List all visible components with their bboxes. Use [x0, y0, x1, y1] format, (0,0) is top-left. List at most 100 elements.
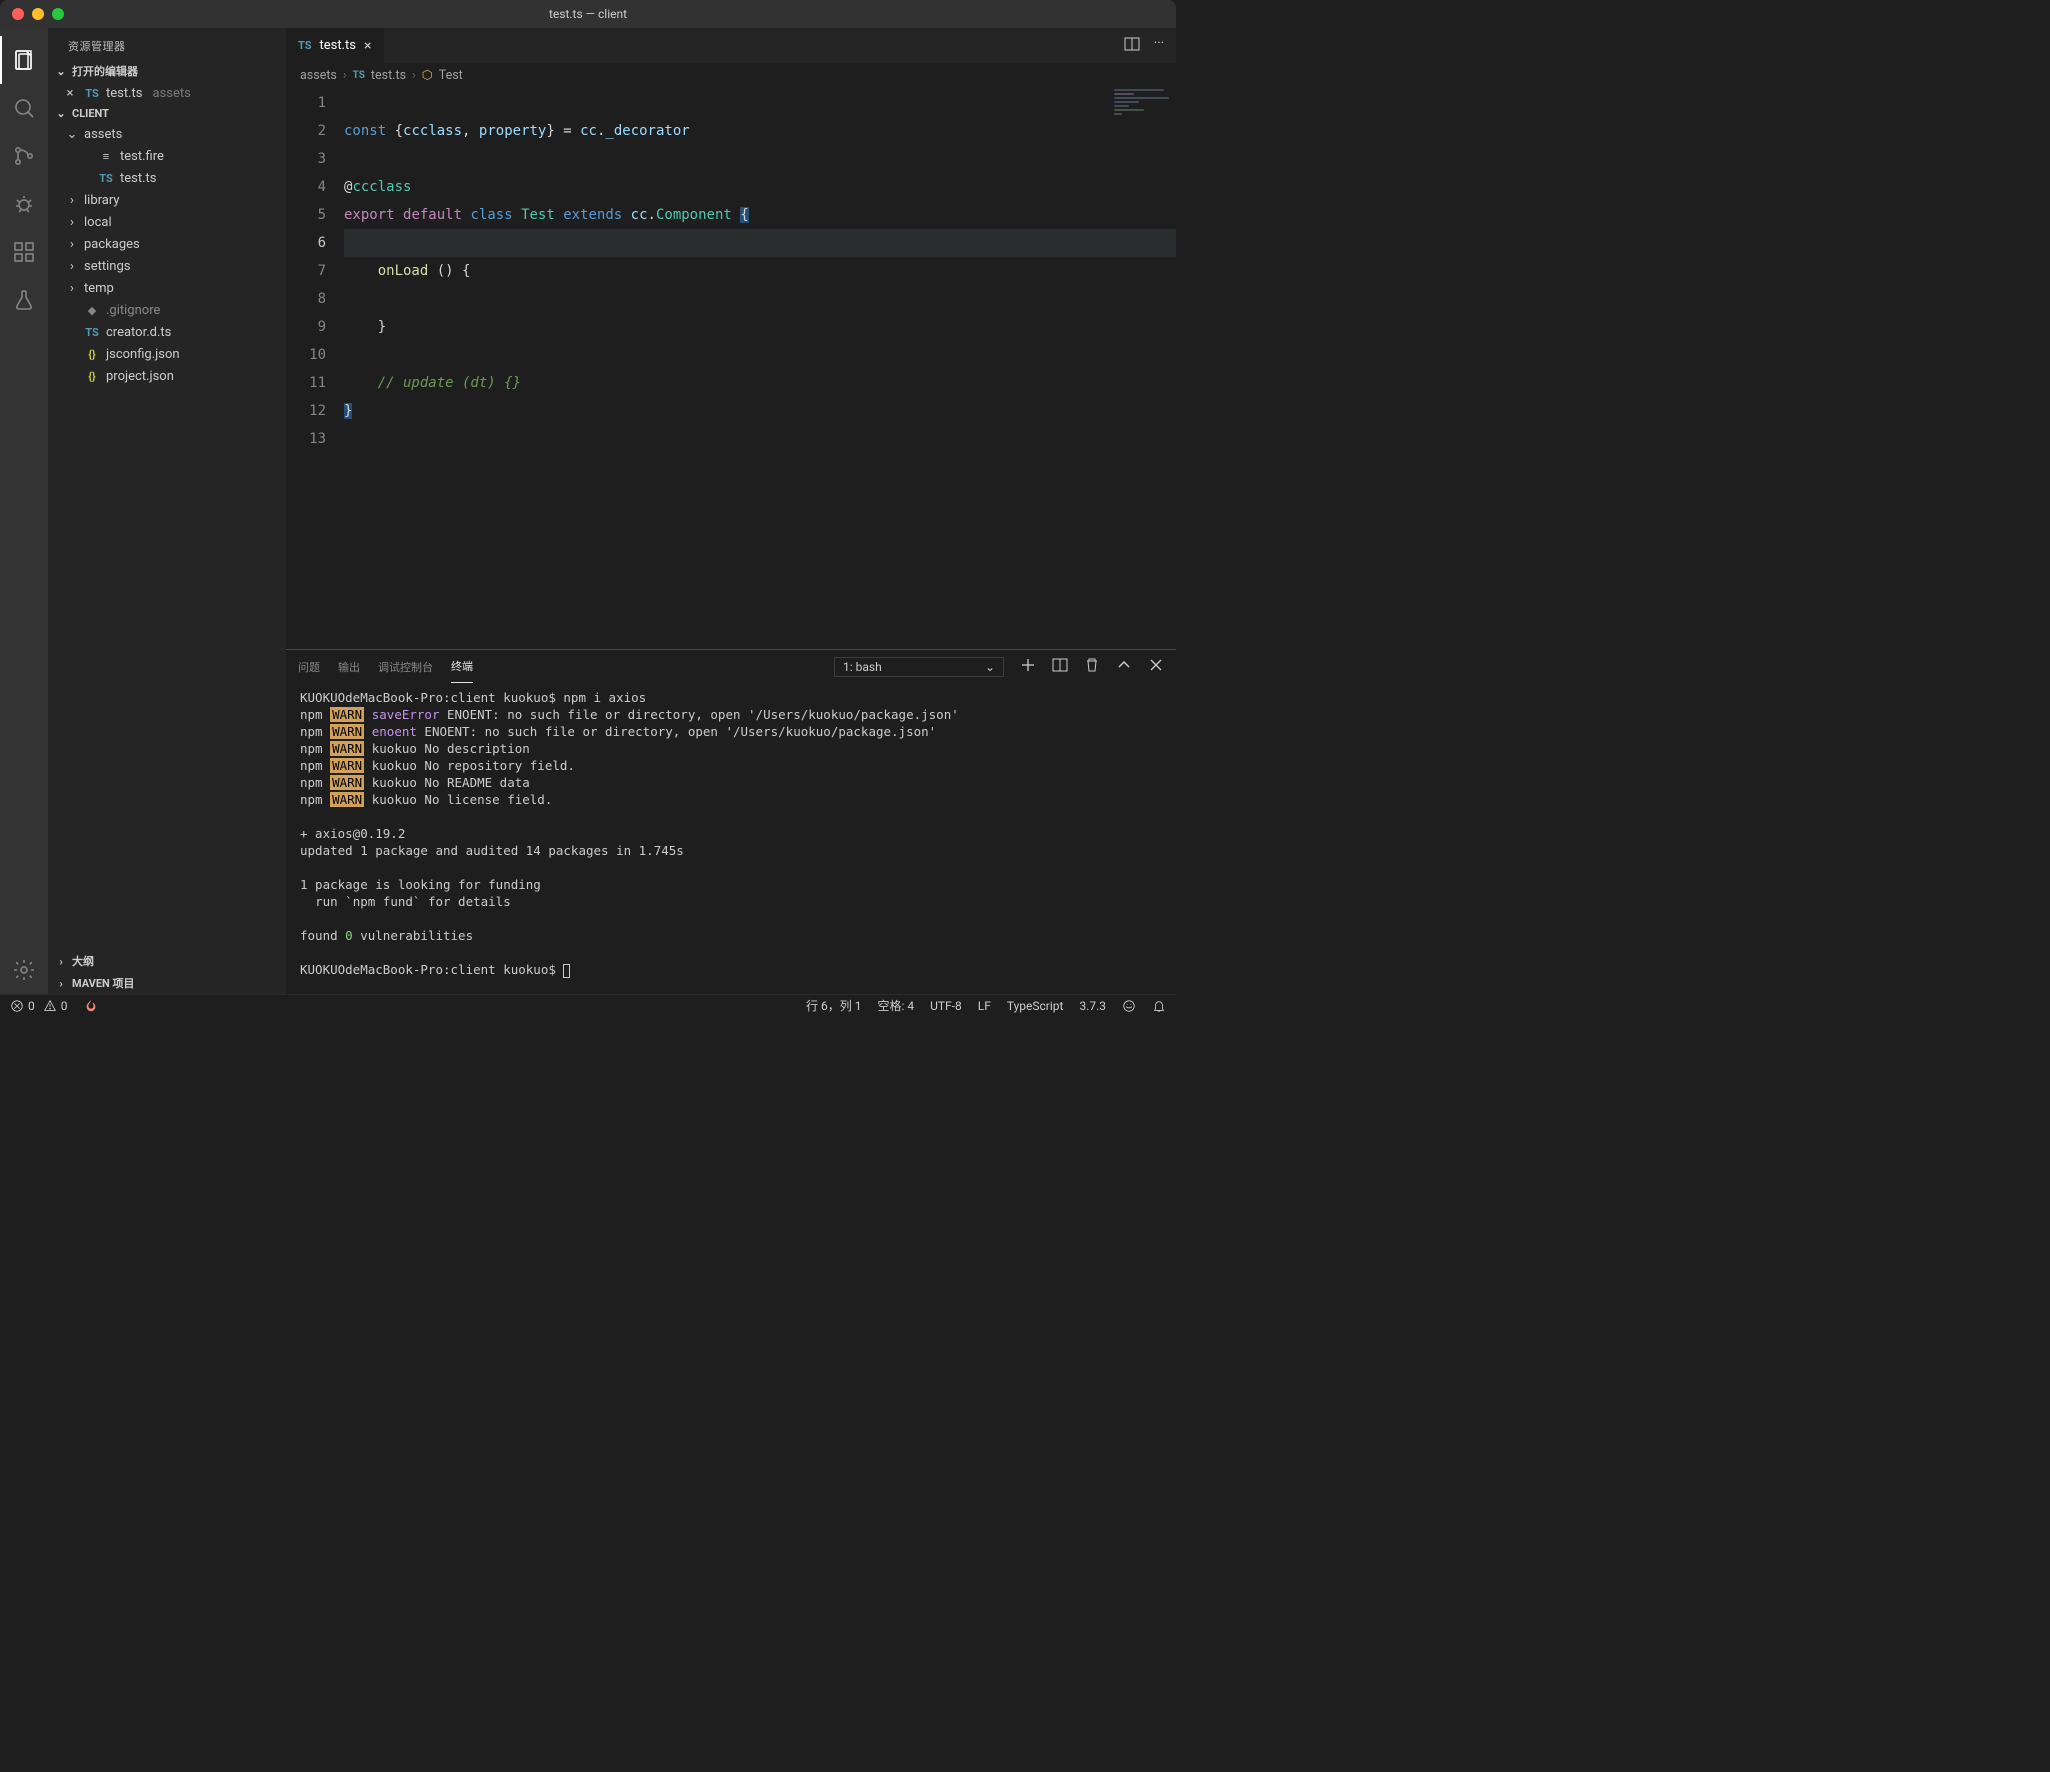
terminal-selector[interactable]: 1: bash ⌄ [834, 657, 1004, 677]
file-item[interactable]: TStest.ts [48, 167, 286, 189]
tab-test-ts[interactable]: TS test.ts × [286, 28, 385, 63]
file-icon: TS [84, 326, 100, 339]
folder-item[interactable]: ›local [48, 211, 286, 233]
code-line[interactable] [344, 229, 1176, 257]
breadcrumb-segment[interactable]: test.ts [371, 68, 406, 83]
code-line[interactable]: } [344, 313, 1176, 341]
minimize-window-button[interactable] [32, 8, 44, 20]
code-line[interactable]: const {ccclass, property} = cc._decorato… [344, 117, 1176, 145]
chevron-down-icon: ⌄ [54, 65, 68, 78]
terminal-output[interactable]: KUOKUOdeMacBook-Pro:client kuokuo$ npm i… [286, 683, 1176, 994]
maximize-window-button[interactable] [52, 8, 64, 20]
warnings-count[interactable]: 0 [43, 999, 68, 1013]
file-icon: ◆ [84, 304, 100, 317]
ts-file-icon: TS [298, 39, 312, 52]
file-icon: TS [98, 172, 114, 185]
feedback-icon[interactable] [1122, 999, 1136, 1013]
folder-item[interactable]: ›settings [48, 255, 286, 277]
vscode-window: test.ts — client [0, 0, 1176, 1016]
close-icon[interactable]: × [62, 86, 78, 101]
terminal-cursor [563, 964, 570, 978]
indentation[interactable]: 空格: 4 [877, 997, 914, 1014]
code-line[interactable]: // update (dt) {} [344, 369, 1176, 397]
minimap[interactable] [1114, 89, 1174, 129]
file-item[interactable]: {}jsconfig.json [48, 343, 286, 365]
notifications-icon[interactable] [1152, 999, 1166, 1013]
close-window-button[interactable] [12, 8, 24, 20]
code-area[interactable]: const {ccclass, property} = cc._decorato… [344, 87, 1176, 649]
language-mode[interactable]: TypeScript [1007, 999, 1064, 1013]
new-terminal-icon[interactable] [1020, 657, 1036, 676]
open-editors-header[interactable]: ⌄ 打开的编辑器 [48, 60, 286, 82]
titlebar[interactable]: test.ts — client [0, 0, 1176, 28]
terminal-line: npm WARN enoent ENOENT: no such file or … [300, 723, 1162, 740]
terminal-tab[interactable]: 终端 [451, 650, 473, 683]
flame-icon[interactable] [84, 999, 98, 1013]
more-actions-icon[interactable]: ··· [1154, 36, 1164, 56]
terminal-line: npm WARN kuokuo No README data [300, 774, 1162, 791]
explorer-icon[interactable] [0, 36, 48, 84]
code-line[interactable]: } [344, 397, 1176, 425]
line-gutter: 12345678910111213 [286, 87, 344, 649]
code-line[interactable] [344, 145, 1176, 173]
code-line[interactable]: export default class Test extends cc.Com… [344, 201, 1176, 229]
item-label: project.json [106, 369, 174, 384]
breadcrumb[interactable]: assets › TS test.ts › ⬡ Test [286, 63, 1176, 87]
file-item[interactable]: TScreator.d.ts [48, 321, 286, 343]
project-header[interactable]: ⌄ CLIENT [48, 104, 286, 123]
editor[interactable]: 12345678910111213 const {ccclass, proper… [286, 87, 1176, 649]
folder-item[interactable]: ⌄assets [48, 123, 286, 145]
folder-item[interactable]: ›packages [48, 233, 286, 255]
file-icon: {} [84, 370, 100, 383]
folder-item[interactable]: ›temp [48, 277, 286, 299]
close-panel-icon[interactable] [1148, 657, 1164, 676]
terminal-line: KUOKUOdeMacBook-Pro:client kuokuo$ npm i… [300, 689, 1162, 706]
item-label: temp [84, 281, 114, 296]
eol[interactable]: LF [978, 999, 991, 1013]
maven-header[interactable]: › MAVEN 项目 [48, 972, 286, 994]
kill-terminal-icon[interactable] [1084, 657, 1100, 676]
terminal-line [300, 910, 1162, 927]
terminal-line: 1 package is looking for funding [300, 876, 1162, 893]
flask-icon[interactable] [0, 276, 48, 324]
problems-tab[interactable]: 问题 [298, 651, 320, 683]
output-tab[interactable]: 输出 [338, 651, 360, 683]
item-label: .gitignore [106, 303, 160, 318]
split-editor-icon[interactable] [1124, 36, 1140, 56]
maximize-panel-icon[interactable] [1116, 657, 1132, 676]
folder-item[interactable]: › library [48, 189, 286, 211]
open-editor-item[interactable]: ×TStest.tsassets [48, 82, 286, 104]
breadcrumb-segment[interactable]: Test [439, 68, 463, 83]
code-line[interactable] [344, 425, 1176, 453]
search-icon[interactable] [0, 84, 48, 132]
code-line[interactable] [344, 89, 1176, 117]
close-tab-icon[interactable]: × [364, 38, 371, 54]
file-item[interactable]: ◆ .gitignore [48, 299, 286, 321]
encoding[interactable]: UTF-8 [930, 999, 962, 1013]
item-label: library [84, 193, 120, 208]
breadcrumb-segment[interactable]: assets [300, 68, 337, 83]
chevron-right-icon: › [66, 193, 78, 208]
file-item[interactable]: ≡test.fire [48, 145, 286, 167]
terminal-line [300, 859, 1162, 876]
source-control-icon[interactable] [0, 132, 48, 180]
code-line[interactable] [344, 341, 1176, 369]
traffic-lights [0, 8, 64, 20]
terminal-selector-label: 1: bash [843, 660, 882, 674]
terminal-line: npm WARN saveError ENOENT: no such file … [300, 706, 1162, 723]
cursor-position[interactable]: 行 6，列 1 [806, 997, 861, 1014]
errors-count[interactable]: 0 [10, 999, 35, 1013]
settings-gear-icon[interactable] [0, 946, 48, 994]
code-line[interactable] [344, 285, 1176, 313]
code-line[interactable]: @ccclass [344, 173, 1176, 201]
split-terminal-icon[interactable] [1052, 657, 1068, 676]
chevron-right-icon: › [66, 215, 78, 230]
debug-icon[interactable] [0, 180, 48, 228]
ts-version[interactable]: 3.7.3 [1079, 999, 1106, 1013]
file-item[interactable]: {} project.json [48, 365, 286, 387]
file-name: test.ts [106, 86, 143, 101]
extensions-icon[interactable] [0, 228, 48, 276]
outline-header[interactable]: › 大纲 [48, 950, 286, 972]
debug-console-tab[interactable]: 调试控制台 [378, 651, 433, 683]
code-line[interactable]: onLoad () { [344, 257, 1176, 285]
